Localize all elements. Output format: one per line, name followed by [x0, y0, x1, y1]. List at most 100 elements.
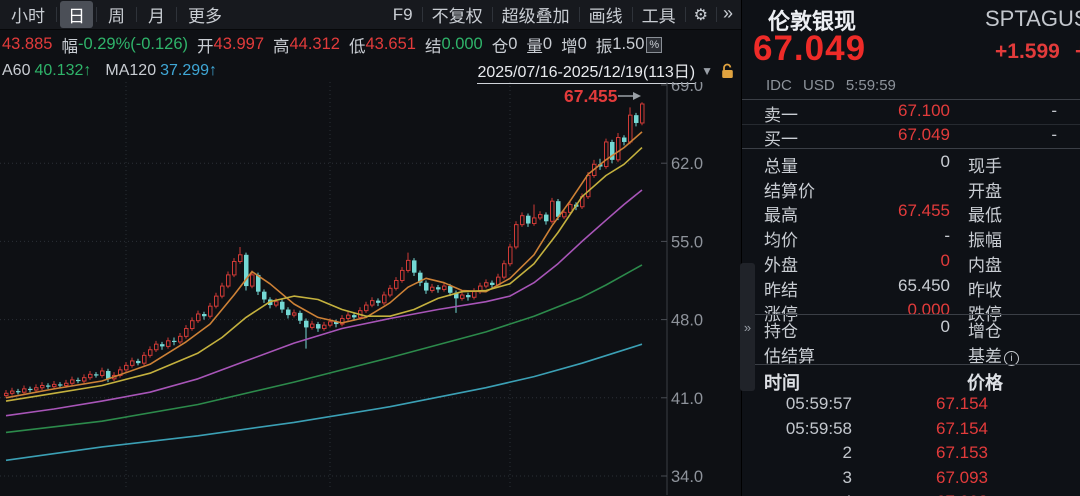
- date-range-selector[interactable]: 2025/07/16-2025/12/19(113日): [477, 58, 695, 84]
- stat-group: 结0.000: [425, 33, 483, 57]
- quote-label: 最高: [764, 201, 798, 226]
- tick-row[interactable]: 4 67.093: [742, 492, 1080, 496]
- divider: [742, 314, 1080, 315]
- action-button[interactable]: 画线: [580, 1, 632, 28]
- trading-app-window: 小时日周月更多 F9不复权超级叠加画线工具 ⚙ » 43.885 幅-0.29%(…: [0, 0, 1080, 496]
- stat-value: 0: [543, 35, 552, 54]
- stat-group: 高44.312: [273, 33, 340, 57]
- stat-value: -0.29%(-0.126): [78, 35, 188, 54]
- stat-label: 仓: [492, 33, 509, 57]
- tab-separator: [96, 7, 97, 22]
- tab-2[interactable]: 日: [60, 1, 93, 28]
- tick-row[interactable]: 367.093: [742, 468, 1080, 492]
- ma120-value: 37.299↑: [160, 62, 217, 80]
- ask-label: 卖一: [764, 101, 798, 126]
- quote-row: 最高67.455最低: [742, 201, 1080, 225]
- bid-volume: -: [1041, 125, 1057, 145]
- percent-box-icon[interactable]: %: [646, 37, 662, 53]
- quote-label: 外盘: [764, 251, 798, 276]
- tick-price: 67.153: [892, 443, 988, 463]
- panel-collapse-handle[interactable]: »: [740, 263, 755, 391]
- stat-value: 0: [508, 35, 517, 54]
- action-button[interactable]: 工具: [633, 1, 685, 28]
- tab-separator: [56, 7, 57, 22]
- stat-value: 43.885: [2, 35, 52, 54]
- last-price: 67.049: [753, 29, 866, 69]
- quote-value: 67.455: [832, 201, 950, 221]
- tick-time: 2: [762, 443, 852, 463]
- gear-icon[interactable]: ⚙: [686, 5, 716, 25]
- quote-row: 均价-振幅: [742, 226, 1080, 250]
- quote-label: 结算价: [764, 177, 815, 202]
- divider: [742, 99, 1080, 100]
- stat-group: 幅-0.29%(-0.126): [61, 33, 188, 57]
- stat-value: 0: [578, 35, 587, 54]
- candlestick-chart[interactable]: 69.062.055.048.041.034.067.455: [0, 82, 741, 495]
- action-button[interactable]: 不复权: [423, 1, 492, 28]
- tick-time-header: 时间: [764, 369, 800, 395]
- tab-separator: [176, 7, 177, 22]
- tick-row[interactable]: 05:59:57 67.154: [742, 394, 1080, 418]
- toolbar-actions: F9不复权超级叠加画线工具: [384, 1, 686, 28]
- tick-row[interactable]: 2 67.153: [742, 443, 1080, 467]
- quote-panel: 伦敦银现 SPTAGUSD 67.049 +1.599 + IDC USD 5:…: [742, 0, 1080, 496]
- svg-text:62.0: 62.0: [671, 155, 703, 173]
- ask-volume: -: [1041, 101, 1057, 121]
- stat-group: 43.885: [2, 35, 52, 54]
- period-tabs: 小时日周月更多: [0, 1, 233, 28]
- stat-value: 1.50: [612, 35, 644, 54]
- quote-label-2: 振幅: [968, 226, 1002, 251]
- ma-orange: [6, 132, 642, 398]
- tick-time: 05:59:58: [762, 419, 852, 439]
- action-button[interactable]: F9: [384, 4, 422, 26]
- stat-group: 仓0: [492, 33, 518, 57]
- quote-value: 65.450: [832, 276, 950, 296]
- quote-row: 估结算基差i: [742, 342, 1080, 366]
- svg-text:69.0: 69.0: [671, 82, 703, 95]
- chart-toolbar: 小时日周月更多 F9不复权超级叠加画线工具 ⚙ »: [0, 0, 741, 30]
- quote-value: -: [832, 226, 950, 246]
- svg-text:55.0: 55.0: [671, 233, 703, 251]
- stat-group: 低43.651: [349, 33, 416, 57]
- more-chevron-icon[interactable]: »: [717, 3, 741, 26]
- tab-5[interactable]: 更多: [180, 1, 230, 28]
- tab-3[interactable]: 周: [100, 1, 133, 28]
- ma120-label: MA120: [105, 62, 156, 80]
- tick-time: 05:59:57: [762, 394, 852, 414]
- stat-group: 开43.997: [197, 33, 264, 57]
- chevron-down-icon[interactable]: ▼: [701, 64, 713, 78]
- ma-green: [6, 265, 642, 433]
- stat-group: 振1.50%: [596, 33, 662, 57]
- bid-row[interactable]: 买一 67.049 -: [742, 125, 1080, 149]
- tick-price-header: 价格: [922, 369, 1003, 395]
- quote-row: 持仓0增仓: [742, 317, 1080, 341]
- tick-price: 67.154: [892, 394, 988, 414]
- tab-separator: [136, 7, 137, 22]
- tab-4[interactable]: 月: [140, 1, 173, 28]
- ma-cyan: [6, 344, 642, 460]
- tab-1[interactable]: 小时: [3, 1, 53, 28]
- tick-price: 67.093: [892, 492, 988, 496]
- quote-row: 结算价开盘: [742, 177, 1080, 201]
- stat-label: 结: [425, 33, 442, 57]
- ma-yellow: [6, 148, 642, 402]
- ma60-value: 40.132↑: [34, 62, 91, 80]
- ask-row[interactable]: 卖一 67.100 -: [742, 101, 1080, 125]
- tick-row[interactable]: 05:59:5867.154: [742, 419, 1080, 443]
- tick-time: 4: [762, 492, 852, 496]
- stat-label: 低: [349, 33, 366, 57]
- price-change-pct: +: [1075, 40, 1080, 64]
- quote-label: 估结算: [764, 342, 815, 367]
- quote-value: 0: [832, 317, 950, 337]
- quote-label: 总量: [764, 152, 798, 177]
- action-button[interactable]: 超级叠加: [493, 1, 579, 28]
- collapse-chevrons-icon: »: [744, 320, 751, 335]
- quote-row: 外盘0内盘: [742, 251, 1080, 275]
- ma-indicator-row: A60 40.132↑ MA120 37.299↑ 2025/07/16-202…: [0, 59, 741, 82]
- source-currency-time: IDC USD 5:59:59: [766, 77, 896, 94]
- stat-label: 开: [197, 33, 214, 57]
- quote-value: 0: [832, 251, 950, 271]
- stat-label: 量: [526, 33, 543, 57]
- unlock-icon[interactable]: [720, 63, 735, 79]
- bid-price: 67.049: [832, 125, 950, 145]
